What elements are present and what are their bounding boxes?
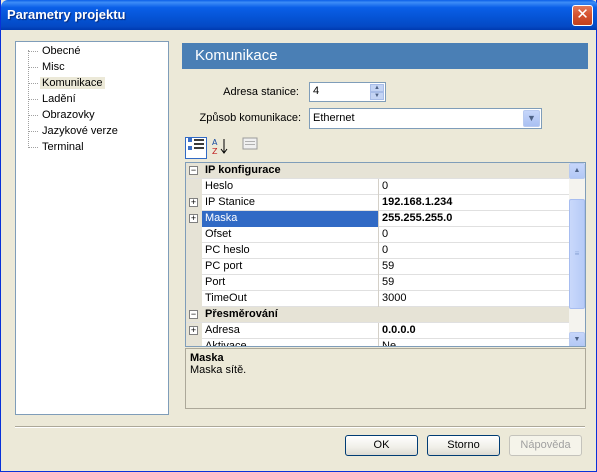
grid-scrollbar[interactable]: ▲ ≡ ▼ — [569, 163, 585, 346]
tree-item-ladeni[interactable]: Ladění — [28, 92, 78, 106]
category-tree[interactable]: Obecné Misc Komunikace Ladění Obrazovky … — [15, 41, 169, 415]
grid-row-adresa[interactable]: + Adresa 0.0.0.0 — [186, 323, 570, 339]
expand-icon[interactable]: + — [189, 198, 198, 207]
categorized-view-button[interactable] — [185, 137, 207, 159]
spin-down-icon[interactable]: ▼ — [370, 92, 384, 100]
grid-row-ip-stanice[interactable]: + IP Stanice 192.168.1.234 — [186, 195, 570, 211]
grid-row-heslo[interactable]: Heslo 0 — [186, 179, 570, 195]
description-title: Maska — [190, 352, 224, 364]
svg-text:A: A — [212, 138, 218, 147]
address-stepper[interactable]: 4 ▲ ▼ — [309, 82, 386, 102]
collapse-icon[interactable]: − — [189, 166, 198, 175]
divider — [15, 426, 585, 428]
grid-row-ofset[interactable]: Ofset 0 — [186, 227, 570, 243]
scroll-up-icon[interactable]: ▲ — [569, 163, 585, 179]
description-panel: Maska Maska sítě. — [185, 348, 586, 409]
property-pages-icon — [242, 137, 258, 150]
property-grid[interactable]: − IP konfigurace Heslo 0 + IP Stanice 192.1… — [185, 162, 586, 347]
scroll-down-icon[interactable]: ▼ — [569, 332, 585, 346]
grid-row-pc-port[interactable]: PC port 59 — [186, 259, 570, 275]
tree-item-komunikace[interactable]: Komunikace — [28, 76, 105, 90]
grid-category-ip[interactable]: − IP konfigurace — [186, 163, 570, 179]
grid-row-aktivace[interactable]: Aktivace Ne — [186, 339, 570, 346]
comm-value: Ethernet — [313, 112, 355, 124]
spin-up-icon[interactable]: ▲ — [370, 84, 384, 92]
categorized-icon — [188, 138, 204, 150]
window-title: Parametry projektu — [7, 7, 126, 22]
cancel-button[interactable]: Storno — [427, 435, 500, 456]
svg-text:Z: Z — [212, 147, 218, 155]
comm-label: Způsob komunikace: — [199, 112, 302, 124]
tree-item-jazykove-verze[interactable]: Jazykové verze — [28, 124, 120, 138]
tree-item-terminal[interactable]: Terminal — [28, 140, 86, 154]
description-text: Maska sítě. — [190, 364, 247, 376]
expand-icon[interactable]: + — [189, 214, 198, 223]
sort-az-icon: A Z — [212, 138, 228, 156]
alphabetical-view-button[interactable]: A Z — [209, 137, 231, 159]
grid-row-maska[interactable]: + Maska 255.255.255.0 — [186, 211, 570, 227]
expand-icon[interactable]: + — [189, 326, 198, 335]
grid-row-timeout[interactable]: TimeOut 3000 — [186, 291, 570, 307]
close-button[interactable]: ✕ — [572, 5, 593, 26]
chevron-down-icon[interactable]: ▼ — [523, 110, 540, 127]
help-button[interactable]: Nápověda — [509, 435, 582, 456]
property-pages-button[interactable] — [239, 137, 261, 159]
grid-category-presmerovani[interactable]: − Přesměrování — [186, 307, 570, 323]
tree-item-misc[interactable]: Misc — [28, 60, 67, 74]
grid-row-port[interactable]: Port 59 — [186, 275, 570, 291]
close-icon: ✕ — [576, 6, 589, 23]
dialog-window: Parametry projektu ✕ Obecné Misc Komunik… — [0, 0, 597, 472]
collapse-icon[interactable]: − — [189, 310, 198, 319]
ok-button[interactable]: OK — [345, 435, 418, 456]
title-bar[interactable]: Parametry projektu ✕ — [1, 0, 597, 30]
grid-row-pc-heslo[interactable]: PC heslo 0 — [186, 243, 570, 259]
scroll-thumb[interactable]: ≡ — [569, 199, 585, 309]
address-label: Adresa stanice: — [223, 86, 299, 98]
section-title: Komunikace — [182, 43, 588, 69]
comm-select[interactable]: Ethernet ▼ — [309, 108, 542, 129]
address-value: 4 — [313, 85, 320, 97]
tree-item-obrazovky[interactable]: Obrazovky — [28, 108, 97, 122]
tree-item-obecne[interactable]: Obecné — [28, 44, 83, 58]
